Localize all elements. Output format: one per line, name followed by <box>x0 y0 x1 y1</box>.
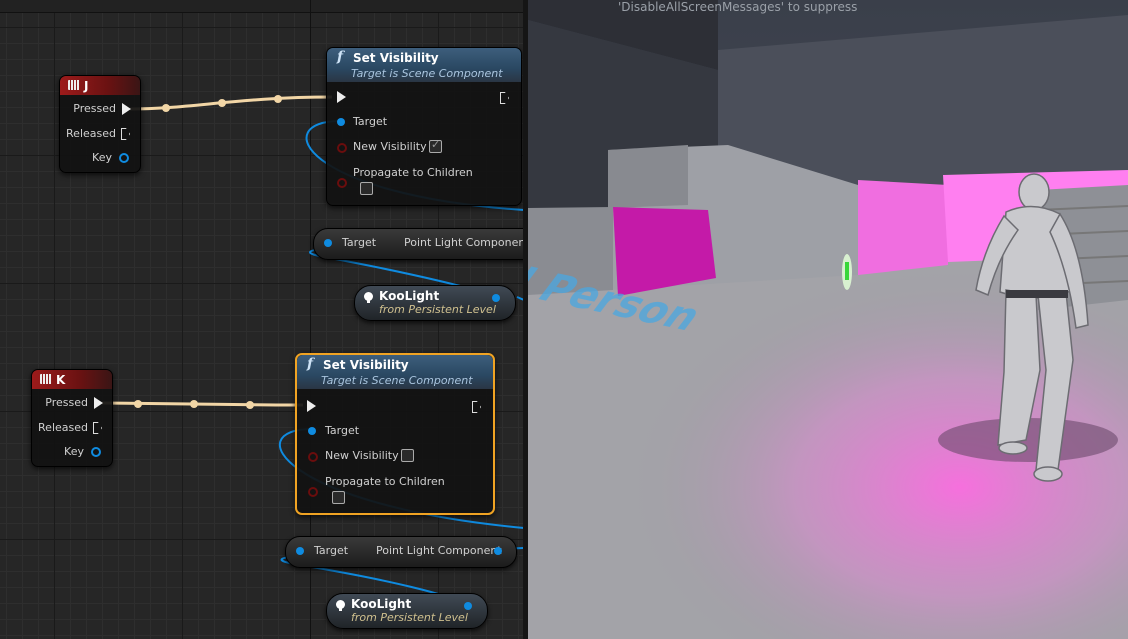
screen-message: 'DisableAllScreenMessages' to suppress <box>618 0 858 14</box>
keyboard-icon <box>68 80 80 90</box>
exec-out-pin[interactable] <box>472 401 481 413</box>
exec-out-pin[interactable] <box>500 92 509 104</box>
getter-output-label: Point Light Component <box>404 236 524 249</box>
light-bulb-icon <box>364 292 373 303</box>
reroute-dot <box>134 400 142 408</box>
propagate-label: Propagate to Children <box>353 166 473 179</box>
released-exec-pin[interactable] <box>93 422 102 434</box>
function-title: Set Visibility <box>323 358 409 372</box>
function-icon: f <box>337 49 344 65</box>
reference-level: from Persistent Level <box>351 611 468 624</box>
new-visibility-pin[interactable] <box>308 452 318 462</box>
new-visibility-label: New Visibility <box>353 140 427 153</box>
getter-target-label: Target <box>314 544 349 557</box>
blueprint-graph[interactable]: J Pressed Released Key K Pressed Release… <box>0 0 524 639</box>
target-pin-label: Target <box>353 115 388 128</box>
released-pin-label: Released <box>38 421 88 434</box>
point-light-getter-1[interactable]: Target Point Light Component <box>313 228 524 260</box>
function-header: f Set Visibility Target is Scene Compone… <box>297 355 493 389</box>
released-pin-label: Released <box>66 127 116 140</box>
function-icon: f <box>307 356 314 372</box>
propagate-checkbox[interactable] <box>332 491 345 504</box>
reroute-dot <box>162 104 170 112</box>
light-bulb-icon <box>336 600 345 611</box>
koolight-reference-1[interactable]: KooLight from Persistent Level <box>354 285 516 321</box>
target-input-pin[interactable] <box>308 427 316 435</box>
new-visibility-checkbox[interactable] <box>429 138 442 153</box>
function-title: Set Visibility <box>353 51 439 65</box>
exec-in-pin[interactable] <box>307 400 316 412</box>
key-pin-label: Key <box>64 445 84 458</box>
point-light-getter-2[interactable]: Target Point Light Component <box>285 536 517 568</box>
exec-wire-j <box>129 95 333 111</box>
reference-level: from Persistent Level <box>379 303 496 316</box>
pressed-exec-pin[interactable] <box>94 397 103 409</box>
new-visibility-checkbox[interactable] <box>401 449 414 462</box>
getter-target-label: Target <box>342 236 377 249</box>
getter-target-pin[interactable] <box>324 239 332 247</box>
key-output-pin[interactable] <box>91 447 101 457</box>
getter-target-pin[interactable] <box>296 547 304 555</box>
key-event-header: K <box>32 370 112 389</box>
reference-name: KooLight <box>351 597 412 611</box>
scene-render: Third Person <box>528 0 1128 639</box>
function-subtitle: Target is Scene Component <box>321 374 473 387</box>
key-event-header: J <box>60 76 140 95</box>
pressed-pin-label: Pressed <box>45 396 88 409</box>
propagate-checkbox[interactable] <box>360 182 373 195</box>
game-viewport[interactable]: Third Person <box>528 0 1128 639</box>
key-output-pin[interactable] <box>119 153 129 163</box>
key-event-node-k[interactable]: K Pressed Released Key <box>31 369 113 467</box>
getter-output-pin[interactable] <box>494 547 502 555</box>
getter-output-label: Point Light Component <box>376 544 502 557</box>
set-visibility-node-2[interactable]: f Set Visibility Target is Scene Compone… <box>295 353 495 515</box>
reroute-dot <box>218 99 226 107</box>
propagate-pin[interactable] <box>337 178 347 188</box>
key-pin-label: Key <box>92 151 112 164</box>
new-visibility-pin[interactable] <box>337 143 347 153</box>
key-event-title: K <box>56 373 66 387</box>
propagate-pin[interactable] <box>308 487 318 497</box>
pressed-pin-label: Pressed <box>73 102 116 115</box>
exec-wire-k <box>101 401 304 407</box>
function-header: f Set Visibility Target is Scene Compone… <box>327 48 521 82</box>
reference-output-pin[interactable] <box>492 294 500 302</box>
target-pin-label: Target <box>325 424 360 437</box>
released-exec-pin[interactable] <box>121 128 130 140</box>
set-visibility-node-1[interactable]: f Set Visibility Target is Scene Compone… <box>326 47 522 206</box>
reroute-dot <box>274 95 282 103</box>
key-event-title: J <box>84 79 89 93</box>
reroute-dot <box>246 401 254 409</box>
propagate-label: Propagate to Children <box>325 475 445 488</box>
koolight-reference-2[interactable]: KooLight from Persistent Level <box>326 593 488 629</box>
reference-output-pin[interactable] <box>464 602 472 610</box>
key-event-node-j[interactable]: J Pressed Released Key <box>59 75 141 173</box>
exec-in-pin[interactable] <box>337 91 346 103</box>
pressed-exec-pin[interactable] <box>122 103 131 115</box>
new-visibility-label: New Visibility <box>325 449 399 462</box>
reference-name: KooLight <box>379 289 440 303</box>
reroute-dot <box>190 400 198 408</box>
target-input-pin[interactable] <box>337 118 345 126</box>
keyboard-icon <box>40 374 52 384</box>
function-subtitle: Target is Scene Component <box>351 67 503 80</box>
